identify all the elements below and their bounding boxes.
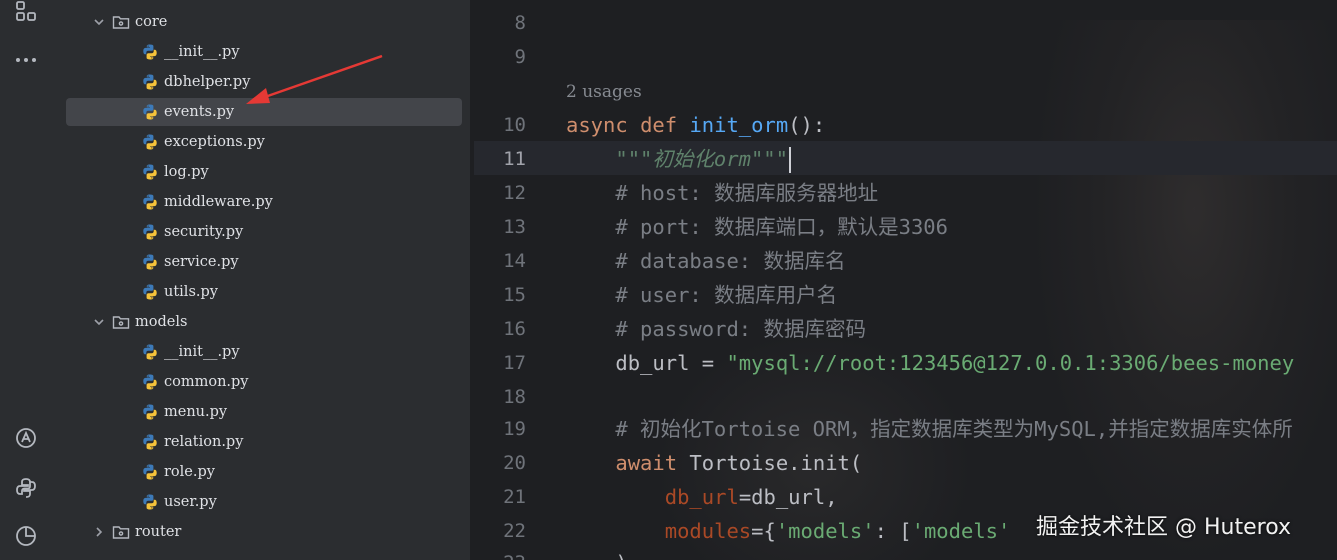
line-number: 23	[474, 546, 526, 560]
ai-assistant-icon[interactable]	[14, 426, 38, 450]
line-number: 16	[503, 318, 526, 340]
file-item[interactable]: __init__.py	[66, 38, 462, 66]
activity-bar	[0, 0, 53, 560]
python-file-icon	[142, 44, 158, 60]
code-line: # database: 数据库名	[615, 249, 846, 273]
line-number: 18	[503, 386, 526, 408]
line-number: 17	[503, 352, 526, 374]
python-file-icon	[142, 164, 158, 180]
file-label: user.py	[164, 494, 217, 510]
structure-icon[interactable]	[14, 0, 38, 24]
file-label: dbhelper.py	[164, 74, 251, 90]
file-item[interactable]: role.py	[66, 458, 462, 486]
line-number: 9	[514, 46, 526, 68]
code-line: )	[566, 546, 627, 560]
file-label: exceptions.py	[164, 134, 265, 150]
line-number: 15	[503, 284, 526, 306]
folder-label: models	[135, 314, 188, 330]
file-label: middleware.py	[164, 194, 273, 210]
python-file-icon	[142, 344, 158, 360]
file-item[interactable]: relation.py	[66, 428, 462, 456]
python-file-icon	[142, 494, 158, 510]
chevron-down-icon[interactable]	[92, 15, 106, 29]
python-file-icon	[142, 224, 158, 240]
text-caret	[788, 147, 791, 173]
folder-icon	[112, 524, 130, 540]
more-icon[interactable]	[14, 48, 38, 72]
python-file-icon	[142, 464, 158, 480]
line-number: 8	[514, 12, 526, 34]
background-image	[1034, 20, 1337, 560]
code-line: # host: 数据库服务器地址	[615, 181, 879, 205]
file-item[interactable]: common.py	[66, 368, 462, 396]
code-line: db_url=db_url,	[664, 485, 838, 509]
python-file-icon	[142, 104, 158, 120]
file-item[interactable]: dbhelper.py	[66, 68, 462, 96]
python-file-icon	[142, 284, 158, 300]
line-number: 19	[503, 418, 526, 440]
chevron-right-icon[interactable]	[92, 525, 106, 539]
line-number: 14	[503, 250, 526, 272]
python-file-icon	[142, 404, 158, 420]
line-number: 10	[503, 114, 526, 136]
file-item[interactable]: log.py	[66, 158, 462, 186]
folder-router[interactable]: router	[66, 518, 462, 546]
services-icon[interactable]	[14, 524, 38, 548]
folder-models[interactable]: models	[66, 308, 462, 336]
usages-hint[interactable]: 2 usages	[566, 80, 642, 104]
file-item[interactable]: security.py	[66, 218, 462, 246]
folder-icon	[112, 314, 130, 330]
line-number: 21	[503, 486, 526, 508]
python-file-icon	[142, 194, 158, 210]
folder-icon	[112, 14, 130, 30]
python-file-icon	[142, 134, 158, 150]
code-line: modules={'models': ['models'	[664, 519, 1011, 543]
code-line: # port: 数据库端口，默认是3306	[615, 215, 948, 239]
code-line: # user: 数据库用户名	[615, 283, 838, 307]
line-number: 13	[503, 216, 526, 238]
file-label: events.py	[164, 104, 235, 120]
file-item[interactable]: middleware.py	[66, 188, 462, 216]
python-file-icon	[142, 374, 158, 390]
python-file-icon	[142, 434, 158, 450]
file-item[interactable]: menu.py	[66, 398, 462, 426]
folder-label: core	[135, 14, 168, 30]
line-number: 12	[503, 182, 526, 204]
chevron-down-icon[interactable]	[92, 315, 106, 329]
line-number: 20	[503, 452, 526, 474]
file-item[interactable]: utils.py	[66, 278, 462, 306]
code-line: # password: 数据库密码	[615, 317, 866, 341]
file-item[interactable]: user.py	[66, 488, 462, 516]
file-item[interactable]: service.py	[66, 248, 462, 276]
project-tree: core __init__.py dbhelper.py events.py exce…	[52, 0, 470, 560]
watermark: 掘金技术社区 @ Huterox	[1036, 515, 1291, 540]
folder-core[interactable]: core	[66, 8, 462, 36]
file-item[interactable]: exceptions.py	[66, 128, 462, 156]
python-file-icon	[142, 74, 158, 90]
python-console-icon[interactable]	[14, 476, 38, 500]
python-file-icon	[142, 254, 158, 270]
file-label: security.py	[164, 224, 244, 240]
code-line: """初始化orm"""	[566, 142, 791, 176]
file-item[interactable]: __init__.py	[66, 338, 462, 366]
file-label: menu.py	[164, 404, 228, 420]
file-label: log.py	[164, 164, 209, 180]
line-number: 11	[503, 148, 526, 170]
code-line: db_url = "mysql://root:123456@127.0.0.1:…	[615, 351, 1295, 375]
code-line: async def init_orm():	[566, 113, 826, 137]
file-label: common.py	[164, 374, 249, 390]
file-label: service.py	[164, 254, 239, 270]
line-number: 22	[503, 520, 526, 542]
code-editor[interactable]: 891011121314151617181920212223 2 usages …	[474, 0, 1337, 560]
file-label: utils.py	[164, 284, 218, 300]
file-item[interactable]: events.py	[66, 98, 462, 126]
folder-label: router	[135, 524, 182, 540]
code-line: await Tortoise.init(	[615, 451, 863, 475]
file-label: __init__.py	[164, 44, 240, 60]
file-label: relation.py	[164, 434, 244, 450]
file-label: role.py	[164, 464, 215, 480]
file-label: __init__.py	[164, 344, 240, 360]
code-line: # 初始化Tortoise ORM，指定数据库类型为MySQL,并指定数据库实体…	[615, 417, 1293, 441]
